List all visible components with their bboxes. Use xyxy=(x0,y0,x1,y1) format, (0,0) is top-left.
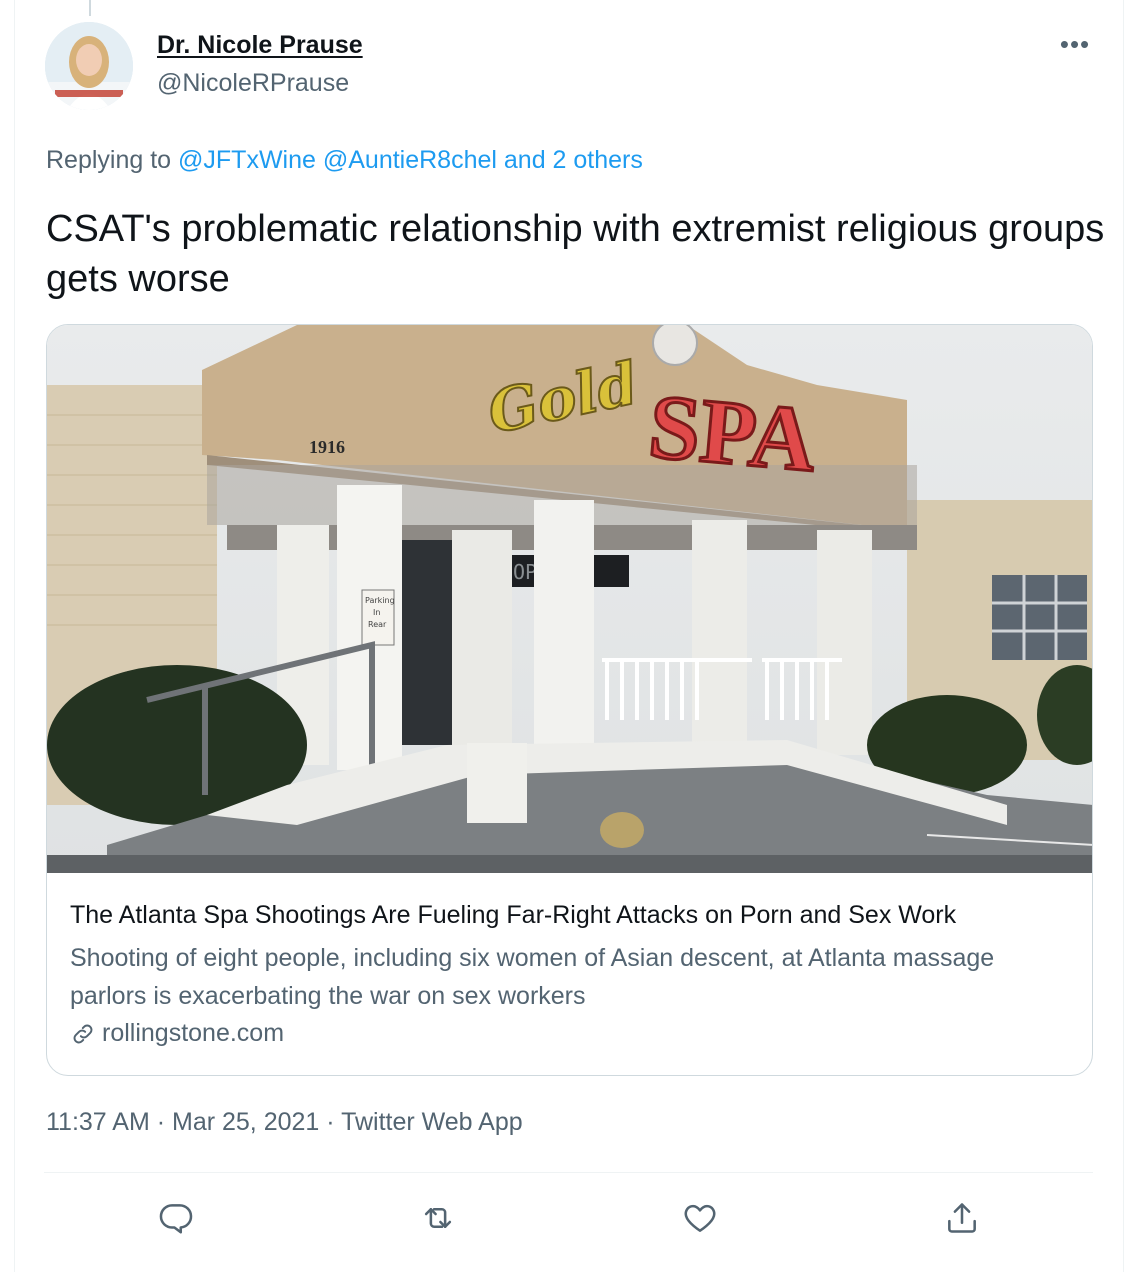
card-domain[interactable]: rollingstone.com xyxy=(70,1019,284,1048)
link-card[interactable]: 1916 Gold SPA OP RS Parking In Rear xyxy=(46,324,1093,1076)
retweet-button[interactable] xyxy=(410,1190,466,1246)
reply-mentions-link[interactable]: @JFTxWine @AuntieR8chel and 2 others xyxy=(178,146,643,174)
author-handle[interactable]: @NicoleRPrause xyxy=(157,69,349,98)
tweet-timestamp[interactable]: 11:37 AM · Mar 25, 2021 · Twitter Web Ap… xyxy=(46,1108,523,1137)
tweet-text: CSAT's problematic relationship with ext… xyxy=(46,208,1105,300)
like-icon xyxy=(684,1204,716,1232)
card-domain-text: rollingstone.com xyxy=(102,1019,285,1047)
thread-line xyxy=(89,0,91,16)
like-button[interactable] xyxy=(672,1190,728,1246)
share-button[interactable] xyxy=(934,1190,990,1246)
parking-sign-line1: Parking xyxy=(365,596,395,605)
avatar[interactable] xyxy=(45,22,133,110)
retweet-icon xyxy=(424,1208,452,1228)
sign-spa: SPA xyxy=(645,375,820,491)
address-number: 1916 xyxy=(309,437,345,457)
author-name[interactable]: Dr. Nicole Prause xyxy=(157,31,363,60)
parking-sign-line3: Rear xyxy=(368,620,387,629)
card-image[interactable]: 1916 Gold SPA OP RS Parking In Rear xyxy=(47,325,1092,873)
reply-button[interactable] xyxy=(148,1190,204,1246)
link-icon xyxy=(70,1021,96,1047)
replying-to: Replying to @JFTxWine @AuntieR8chel and … xyxy=(46,146,643,175)
action-bar xyxy=(0,1190,1138,1246)
card-title[interactable]: The Atlanta Spa Shootings Are Fueling Fa… xyxy=(70,901,956,930)
share-icon xyxy=(948,1203,976,1233)
reply-icon xyxy=(159,1204,193,1234)
more-options-icon[interactable]: ••• xyxy=(1054,26,1096,62)
divider xyxy=(44,1172,1093,1173)
replying-prefix: Replying to xyxy=(46,146,179,174)
card-description: Shooting of eight people, including six … xyxy=(70,944,995,1010)
parking-sign-line2: In xyxy=(373,608,380,617)
